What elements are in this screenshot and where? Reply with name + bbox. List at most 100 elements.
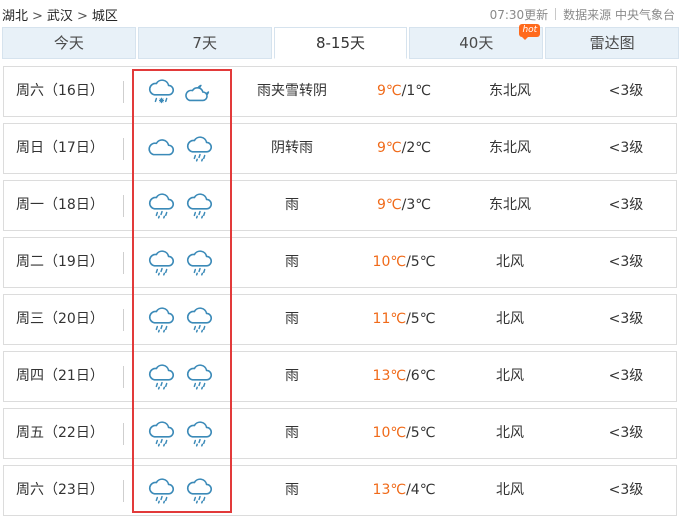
temperature-range: 9℃/3℃ [354,181,454,230]
wind-direction: 东北风 [489,83,531,99]
weather-description: 阴转雨 [271,140,313,156]
wind-level: <3级 [608,140,644,156]
cloud-rain-icon [185,134,215,164]
tab-8-15-days[interactable]: 8-15天 [273,27,408,59]
tab-label: 雷达图 [589,34,635,52]
forecast-day: 周四（21日） [16,368,104,384]
temperature-high: 9℃ [377,140,402,156]
wind-level: <3级 [608,425,644,441]
weather-icons [147,191,215,221]
breadcrumb-city[interactable]: 武汉 [47,5,73,24]
breadcrumb-province[interactable]: 湖北 [2,5,28,24]
wind-level: <3级 [608,197,644,213]
temperature-high: 10℃ [372,254,407,270]
temperature-range: 11℃/5℃ [354,295,454,344]
forecast-tabs: 今天 7天 8-15天 40天 hot 雷达图 [2,24,679,59]
wind-direction: 北风 [496,254,524,270]
temperature-range: 13℃/4℃ [354,466,454,515]
divider [123,309,124,331]
temperature-low: /1℃ [401,83,431,99]
temperature-low: /3℃ [401,197,431,213]
forecast-day: 周五（22日） [16,425,104,441]
temperature-low: /6℃ [406,368,436,384]
cloud-rain-icon [185,362,215,392]
temperature-range: 10℃/5℃ [354,238,454,287]
hot-badge: hot [519,24,541,40]
cloud-rain-icon [147,191,177,221]
temperature-high: 9℃ [377,83,402,99]
temperature-high: 10℃ [372,425,407,441]
update-info: 07:30更新 数据来源 中央气象台 [490,6,675,23]
forecast-row: 周一（18日） 雨 9℃/3℃ 东北风 <3级 [3,180,677,231]
cloud-icon [147,134,177,164]
tab-label: 今天 [53,34,84,52]
weather-description: 雨 [285,254,299,270]
weather-description: 雨夹雪转阴 [257,83,327,99]
cloud-rain-icon [185,419,215,449]
cloud-rain-icon [147,419,177,449]
weather-icons [147,305,215,335]
temperature-high: 13℃ [372,368,407,384]
wind-level: <3级 [608,368,644,384]
temperature-high: 9℃ [377,197,402,213]
divider [123,366,124,388]
tab-label: 7天 [192,34,217,52]
breadcrumb-separator: > [76,9,88,24]
wind-direction: 北风 [496,311,524,327]
divider [123,81,124,103]
data-source: 数据来源 中央气象台 [563,8,675,22]
weather-icons [147,419,215,449]
weather-description: 雨 [285,368,299,384]
temperature-high: 11℃ [372,311,407,327]
wind-level: <3级 [608,482,644,498]
update-time: 07:30更新 [489,8,549,22]
tab-today[interactable]: 今天 [2,27,136,59]
temperature-low: /5℃ [406,425,436,441]
tab-label: 8-15天 [315,34,366,52]
weather-icons [147,134,215,164]
temperature-range: 9℃/1℃ [354,67,454,116]
cloud-rain-icon [147,476,177,506]
forecast-day: 周一（18日） [16,197,104,213]
temperature-low: /5℃ [406,311,436,327]
top-bar: 湖北 > 武汉 > 城区 07:30更新 数据来源 中央气象台 [0,0,681,26]
weather-description: 雨 [285,311,299,327]
divider [123,423,124,445]
forecast-day: 周六（16日） [16,83,104,99]
divider [555,8,557,20]
weather-icons [147,362,215,392]
forecast-row: 周五（22日） 雨 10℃/5℃ 北风 <3级 [3,408,677,459]
tab-7-days[interactable]: 7天 [137,27,272,59]
wind-level: <3级 [608,254,644,270]
cloud-rain-icon [147,305,177,335]
forecast-list: 周六（16日） 雨夹雪转阴 9℃/1℃ 东北风 <3级 周日（17日） 阴转雨 9℃/2℃… [3,66,677,517]
tab-40-days[interactable]: 40天 hot [409,24,544,59]
temperature-range: 9℃/2℃ [354,124,454,173]
cloud-rain-icon [185,305,215,335]
breadcrumb-district[interactable]: 城区 [92,5,118,24]
breadcrumb: 湖北 > 武汉 > 城区 [2,5,118,24]
tab-radar[interactable]: 雷达图 [545,27,679,59]
temperature-low: /5℃ [406,254,436,270]
cloud-snow-icon [147,77,177,107]
forecast-row: 周六（23日） 雨 13℃/4℃ 北风 <3级 [3,465,677,516]
cloud-rain-icon [185,476,215,506]
cloud-rain-icon [147,248,177,278]
wind-level: <3级 [608,311,644,327]
wind-direction: 北风 [496,368,524,384]
cloud-rain-icon [185,191,215,221]
breadcrumb-separator: > [32,9,43,24]
wind-level: <3级 [608,83,644,99]
wind-direction: 北风 [496,482,524,498]
weather-icons [147,77,215,107]
forecast-day: 周三（20日） [16,311,104,327]
weather-description: 雨 [285,482,299,498]
cloud-rain-icon [147,362,177,392]
cloud-moon-icon [185,77,215,107]
cloud-rain-icon [185,248,215,278]
temperature-range: 10℃/5℃ [354,409,454,458]
temperature-high: 13℃ [372,482,407,498]
wind-direction: 北风 [496,425,524,441]
forecast-day: 周日（17日） [16,140,104,156]
divider [123,252,124,274]
